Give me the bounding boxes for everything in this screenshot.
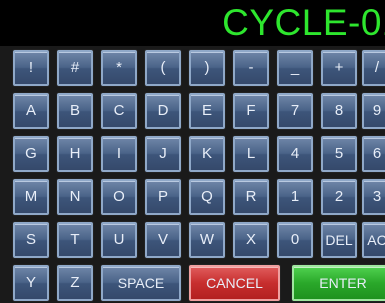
space-button[interactable]: SPACE bbox=[101, 265, 181, 301]
key-z[interactable]: Z bbox=[57, 265, 93, 301]
key-u[interactable]: U bbox=[101, 222, 137, 258]
key-x[interactable]: X bbox=[233, 222, 269, 258]
key-c[interactable]: C bbox=[101, 93, 137, 129]
key-h[interactable]: H bbox=[57, 136, 93, 172]
key-y[interactable]: Y bbox=[13, 265, 49, 301]
key-row-2: A B C D E F 7 8 9 bbox=[0, 90, 385, 133]
key-7[interactable]: 7 bbox=[277, 93, 313, 129]
entry-display: CYCLE-01 bbox=[0, 0, 385, 46]
key-n[interactable]: N bbox=[57, 179, 93, 215]
key-close-paren[interactable]: ) bbox=[189, 50, 225, 86]
key-row-4: M N O P Q R 1 2 3 bbox=[0, 176, 385, 219]
key-g[interactable]: G bbox=[13, 136, 49, 172]
key-f[interactable]: F bbox=[233, 93, 269, 129]
key-o[interactable]: O bbox=[101, 179, 137, 215]
key-5[interactable]: 5 bbox=[321, 136, 357, 172]
key-e[interactable]: E bbox=[189, 93, 225, 129]
key-p[interactable]: P bbox=[145, 179, 181, 215]
key-exclamation[interactable]: ! bbox=[13, 50, 49, 86]
key-j[interactable]: J bbox=[145, 136, 181, 172]
key-slash[interactable]: / bbox=[362, 50, 385, 86]
key-3[interactable]: 3 bbox=[362, 179, 385, 215]
key-s[interactable]: S bbox=[13, 222, 49, 258]
key-b[interactable]: B bbox=[57, 93, 93, 129]
key-row-5: S T U V W X 0 DEL AC bbox=[0, 219, 385, 262]
key-6[interactable]: 6 bbox=[362, 136, 385, 172]
key-row-3: G H I J K L 4 5 6 bbox=[0, 133, 385, 176]
key-w[interactable]: W bbox=[189, 222, 225, 258]
key-minus[interactable]: - bbox=[233, 50, 269, 86]
key-d[interactable]: D bbox=[145, 93, 181, 129]
key-l[interactable]: L bbox=[233, 136, 269, 172]
entry-text: CYCLE-01 bbox=[222, 2, 385, 43]
key-underscore[interactable]: _ bbox=[277, 50, 313, 86]
cancel-button[interactable]: CANCEL bbox=[189, 265, 280, 301]
key-1[interactable]: 1 bbox=[277, 179, 313, 215]
key-8[interactable]: 8 bbox=[321, 93, 357, 129]
key-m[interactable]: M bbox=[13, 179, 49, 215]
key-open-paren[interactable]: ( bbox=[145, 50, 181, 86]
delete-button[interactable]: DEL bbox=[321, 222, 357, 258]
key-row-6: Y Z SPACE CANCEL ENTER bbox=[0, 262, 385, 303]
keyboard-screen: CYCLE-01 ! # * ( ) - _ + / A B C D E F 7… bbox=[0, 0, 385, 303]
key-r[interactable]: R bbox=[233, 179, 269, 215]
key-4[interactable]: 4 bbox=[277, 136, 313, 172]
key-k[interactable]: K bbox=[189, 136, 225, 172]
key-asterisk[interactable]: * bbox=[101, 50, 137, 86]
key-a[interactable]: A bbox=[13, 93, 49, 129]
key-q[interactable]: Q bbox=[189, 179, 225, 215]
key-row-1: ! # * ( ) - _ + / bbox=[0, 47, 385, 90]
enter-button[interactable]: ENTER bbox=[292, 265, 385, 301]
key-9[interactable]: 9 bbox=[362, 93, 385, 129]
all-clear-button[interactable]: AC bbox=[362, 222, 385, 258]
key-2[interactable]: 2 bbox=[321, 179, 357, 215]
key-i[interactable]: I bbox=[101, 136, 137, 172]
key-v[interactable]: V bbox=[145, 222, 181, 258]
key-plus[interactable]: + bbox=[321, 50, 357, 86]
key-t[interactable]: T bbox=[57, 222, 93, 258]
key-0[interactable]: 0 bbox=[277, 222, 313, 258]
key-hash[interactable]: # bbox=[57, 50, 93, 86]
virtual-keyboard: ! # * ( ) - _ + / A B C D E F 7 8 9 G H … bbox=[0, 46, 385, 303]
